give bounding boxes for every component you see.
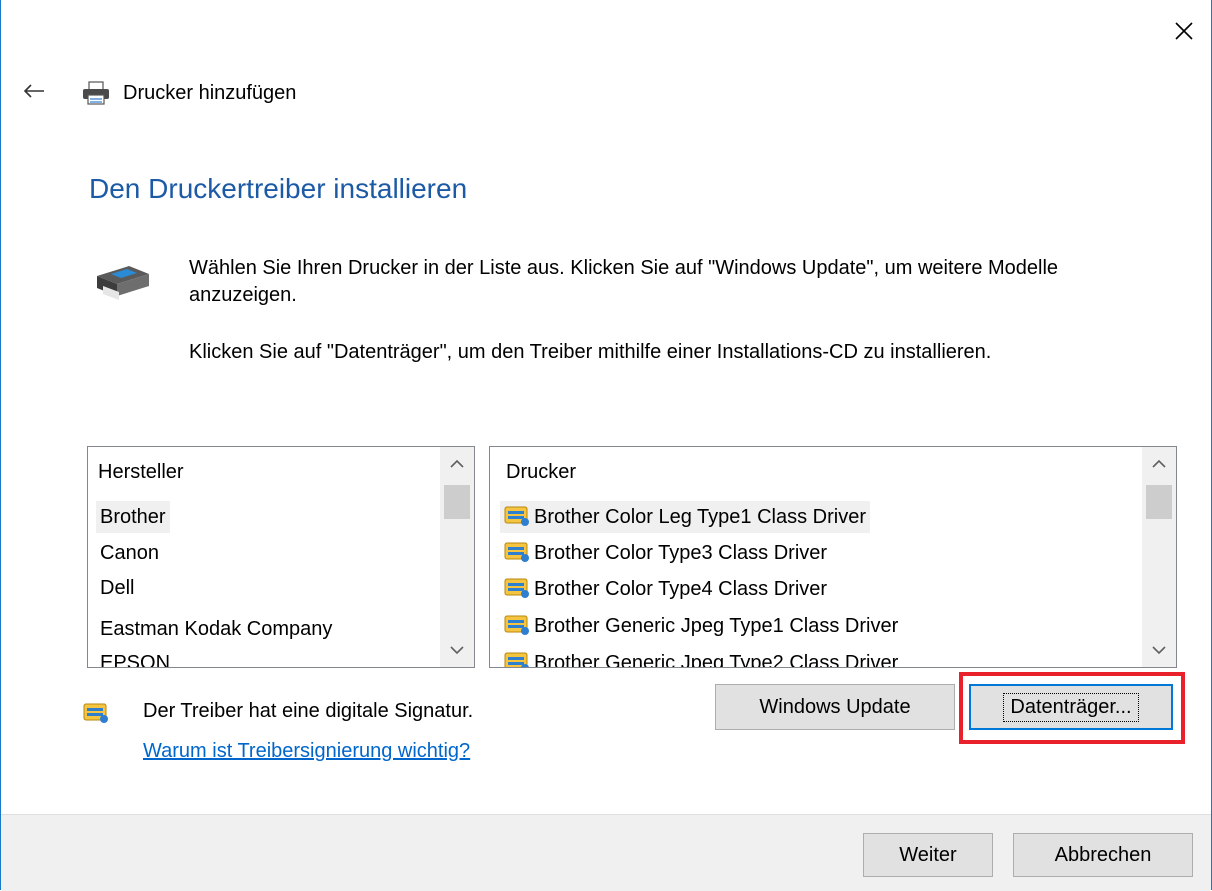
list-item[interactable]: Dell — [96, 572, 138, 604]
signature-status: Der Treiber hat eine digitale Signatur. — [143, 700, 474, 722]
driver-signed-icon — [504, 506, 529, 526]
have-disk-button[interactable]: Datenträger... — [969, 684, 1173, 730]
list-item[interactable]: Brother Color Leg Type1 Class Driver — [500, 501, 870, 533]
scroll-thumb[interactable] — [444, 485, 470, 519]
list-item[interactable]: EPSON — [96, 647, 174, 667]
list-item[interactable]: Brother Color Type3 Class Driver — [500, 537, 831, 569]
scroll-up-icon — [1152, 459, 1166, 468]
have-disk-label: Datenträger... — [1003, 692, 1139, 722]
driver-signed-icon — [504, 615, 529, 635]
manufacturer-scrollbar[interactable] — [440, 447, 474, 667]
scroll-up-button[interactable] — [1142, 449, 1176, 479]
driver-name: Brother Color Type3 Class Driver — [534, 542, 828, 564]
windows-update-button[interactable]: Windows Update — [715, 684, 955, 730]
list-item[interactable]: Brother Generic Jpeg Type1 Class Driver — [500, 610, 902, 642]
scroll-up-button[interactable] — [440, 449, 474, 479]
dialog-footer: Weiter Abbrechen — [1, 814, 1211, 891]
signing-info-link[interactable]: Warum ist Treibersignierung wichtig? — [143, 740, 470, 763]
driver-name: Brother Color Type4 Class Driver — [534, 578, 828, 600]
scroll-thumb[interactable] — [1146, 485, 1172, 519]
back-button[interactable] — [19, 78, 49, 104]
scroll-down-icon — [1152, 646, 1166, 655]
printer-list-header: Drucker — [506, 461, 577, 483]
back-arrow-icon — [23, 84, 44, 98]
printer-scrollbar[interactable] — [1142, 447, 1176, 667]
driver-name: Brother Generic Jpeg Type1 Class Driver — [534, 615, 899, 637]
driver-signed-icon — [504, 652, 529, 667]
scroll-up-icon — [450, 459, 464, 468]
manufacturer-list-header: Hersteller — [98, 461, 184, 483]
list-item[interactable]: Canon — [96, 537, 163, 569]
close-button[interactable] — [1161, 8, 1207, 54]
description-text: Wählen Sie Ihren Drucker in der Liste au… — [189, 257, 1059, 306]
manufacturer-list[interactable]: Hersteller Brother Canon Dell Eastman Ko… — [87, 446, 475, 668]
scroll-down-button[interactable] — [1142, 635, 1176, 665]
cancel-button[interactable]: Abbrechen — [1013, 833, 1193, 877]
printer-large-icon — [97, 266, 149, 300]
driver-signed-icon — [504, 578, 529, 598]
close-icon — [1175, 22, 1193, 40]
driver-name: Brother Generic Jpeg Type2 Class Driver — [534, 652, 899, 668]
list-item[interactable]: Brother Generic Jpeg Type2 Class Driver — [500, 647, 902, 668]
list-item[interactable]: Eastman Kodak Company — [96, 613, 336, 645]
add-printer-dialog: Drucker hinzufügen Den Druckertreiber in… — [0, 0, 1212, 891]
description-cd-text: Klicken Sie auf "Datenträger", um den Tr… — [189, 341, 992, 363]
scroll-down-button[interactable] — [440, 635, 474, 665]
driver-signed-icon — [504, 542, 529, 562]
driver-signed-icon — [83, 703, 108, 723]
window-title: Drucker hinzufügen — [123, 82, 297, 104]
page-heading: Den Druckertreiber installieren — [89, 173, 468, 204]
list-item[interactable]: Brother — [96, 501, 170, 533]
scroll-down-icon — [450, 646, 464, 655]
printer-list[interactable]: Drucker Brother Color Leg Type1 Class Dr… — [489, 446, 1177, 668]
list-item[interactable]: Brother Color Type4 Class Driver — [500, 573, 831, 605]
driver-name: Brother Color Leg Type1 Class Driver — [534, 506, 866, 528]
next-button[interactable]: Weiter — [863, 833, 993, 877]
printer-icon — [83, 81, 109, 105]
